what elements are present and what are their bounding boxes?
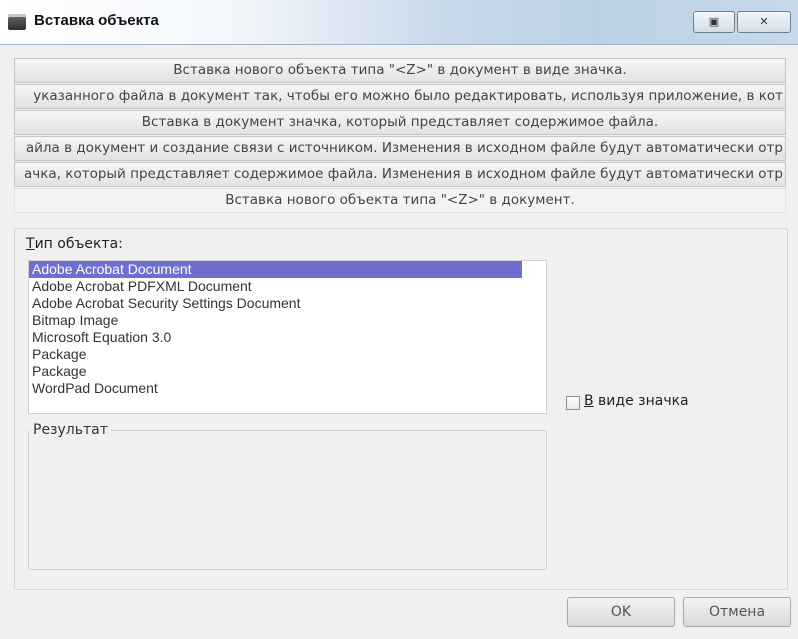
description-strip: айла в документ и создание связи с источ… — [14, 136, 786, 161]
cancel-button[interactable]: Отмена — [683, 597, 791, 627]
object-type-label: Тип объекта: — [26, 236, 123, 252]
ok-button[interactable]: OK — [567, 597, 675, 627]
description-strip: Вставка в документ значка, который предс… — [14, 110, 786, 135]
description-strip: ачка, который представляет содержимое фа… — [14, 162, 786, 187]
list-item[interactable]: Package — [29, 346, 546, 363]
list-item[interactable]: WordPad Document — [29, 380, 546, 397]
window-app-icon — [8, 14, 26, 30]
result-legend: Результат — [30, 422, 111, 438]
list-item[interactable]: Adobe Acrobat Security Settings Document — [29, 295, 546, 312]
close-button[interactable]: ✕ — [737, 11, 791, 33]
title-bar: Вставка объекта ▣ ✕ — [0, 0, 798, 45]
list-item[interactable]: Adobe Acrobat PDFXML Document — [29, 278, 546, 295]
restore-button[interactable]: ▣ — [693, 11, 735, 33]
as-icon-checkbox[interactable] — [566, 396, 580, 410]
window-title: Вставка объекта — [34, 12, 159, 29]
list-item[interactable]: Package — [29, 363, 546, 380]
description-strip: Вставка нового объекта типа "<Z>" в доку… — [14, 58, 786, 83]
list-item[interactable]: Adobe Acrobat Document — [29, 261, 522, 278]
object-type-label-text: ип объекта: — [34, 236, 123, 252]
as-icon-label-accesskey: В — [584, 393, 594, 409]
description-strip: Вставка нового объекта типа "<Z>" в доку… — [14, 188, 786, 213]
list-item[interactable]: Microsoft Equation 3.0 — [29, 329, 546, 346]
result-group — [28, 430, 547, 570]
object-type-list[interactable]: Adobe Acrobat Document Adobe Acrobat PDF… — [28, 260, 547, 414]
object-type-label-accesskey: Т — [26, 236, 35, 252]
as-icon-label[interactable]: В виде значка — [584, 393, 689, 409]
list-item[interactable]: Bitmap Image — [29, 312, 546, 329]
as-icon-label-text: виде значка — [593, 393, 689, 409]
description-strips: Вставка нового объекта типа "<Z>" в доку… — [14, 58, 786, 214]
description-strip: указанного файла в документ так, чтобы е… — [14, 84, 786, 109]
